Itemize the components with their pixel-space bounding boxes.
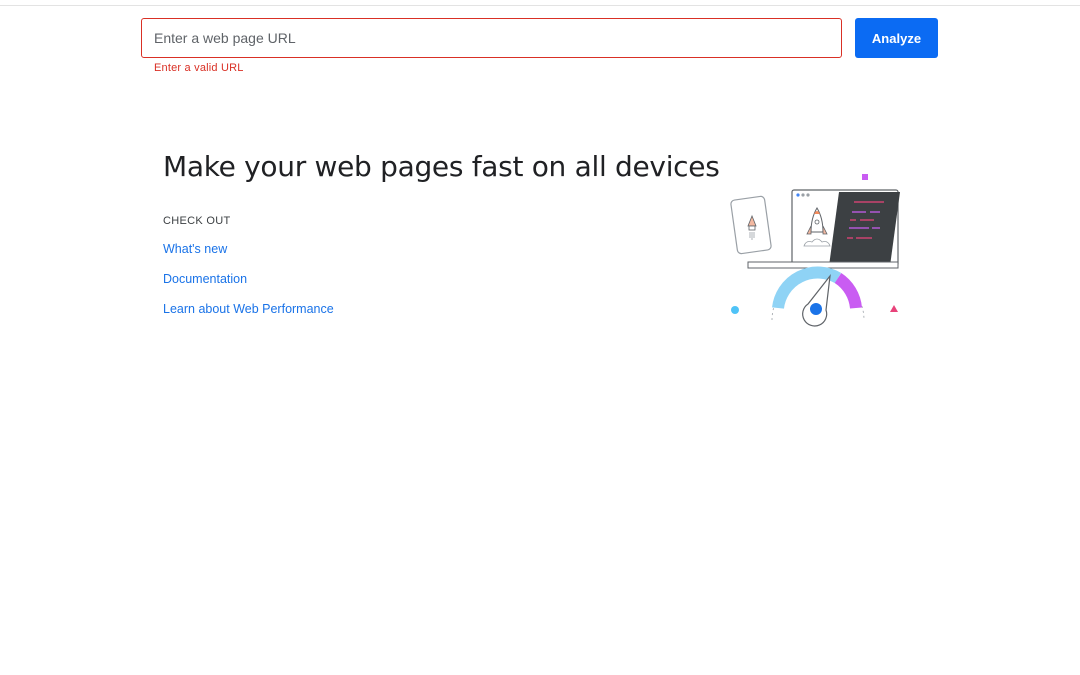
check-out-heading: CHECK OUT bbox=[163, 215, 231, 227]
decor-triangle bbox=[890, 305, 898, 312]
page-title: Make your web pages fast on all devices bbox=[163, 150, 720, 183]
decor-square bbox=[862, 174, 868, 180]
check-out-links: What's new Documentation Learn about Web… bbox=[163, 240, 334, 330]
learn-web-performance-link[interactable]: Learn about Web Performance bbox=[163, 302, 334, 316]
list-item: Documentation bbox=[163, 270, 334, 300]
performance-gauge-illustration bbox=[730, 174, 900, 327]
analyze-button[interactable]: Analyze bbox=[855, 18, 938, 58]
phone-icon bbox=[730, 195, 772, 255]
list-item: Learn about Web Performance bbox=[163, 300, 334, 330]
documentation-link[interactable]: Documentation bbox=[163, 272, 247, 286]
top-divider bbox=[0, 5, 1080, 6]
browser-window-icon bbox=[747, 189, 900, 269]
url-error-message: Enter a valid URL bbox=[154, 62, 244, 74]
url-form: Analyze bbox=[141, 18, 938, 58]
url-input[interactable] bbox=[141, 18, 842, 58]
list-item: What's new bbox=[163, 240, 334, 270]
gauge-icon bbox=[771, 266, 865, 327]
decor-dot bbox=[731, 306, 739, 314]
whats-new-link[interactable]: What's new bbox=[163, 242, 227, 256]
